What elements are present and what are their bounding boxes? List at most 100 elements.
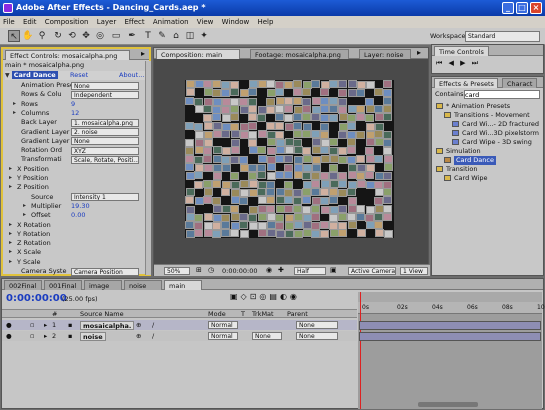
expand-triangle-icon[interactable]: ▸	[23, 211, 26, 218]
tab-effect-controls[interactable]: Effect Controls: mosaicalpha.png	[5, 50, 130, 60]
effect-property-label[interactable]: X Rotation	[17, 221, 51, 230]
effect-property-dropdown[interactable]: XYZ	[71, 146, 139, 155]
camera-view-select[interactable]: Active Camera	[348, 267, 396, 275]
layer-number[interactable]: 2	[52, 331, 56, 342]
expand-triangle-icon[interactable]: ▸	[44, 331, 47, 342]
maximize-button[interactable]: □	[516, 2, 528, 14]
expand-triangle-icon[interactable]: ▸	[44, 320, 47, 331]
menu-window[interactable]: Window	[222, 18, 250, 26]
layer-duration-bar[interactable]	[359, 321, 541, 330]
safe-margins-icon[interactable]: ⊞	[196, 266, 202, 274]
selection-tool-icon[interactable]: ↖	[8, 30, 20, 42]
effect-property-label[interactable]: Rotation Ord	[21, 146, 62, 155]
timeline-graph-area[interactable]: 0s 02s 04s 06s 08s 10s	[358, 292, 545, 409]
orbit-camera-icon[interactable]: ⟲	[66, 30, 78, 42]
expand-triangle-icon[interactable]: ▸	[9, 174, 12, 181]
eraser-tool-icon[interactable]: ◫	[184, 30, 196, 42]
effect-property-value[interactable]: 12	[71, 109, 79, 118]
effect-property-label[interactable]: Source	[31, 193, 53, 202]
effects-tree-item[interactable]: Transitions - Movement	[454, 111, 530, 120]
expand-triangle-icon[interactable]: ▸	[23, 202, 26, 209]
effect-property-label[interactable]: Multiplier	[31, 202, 61, 211]
layer-name[interactable]: mosaicalpha.	[80, 321, 135, 330]
layer-mode-select[interactable]: Normal	[208, 321, 238, 329]
effect-property-label[interactable]: X Scale	[17, 248, 41, 257]
effects-tree-item[interactable]: Card Dance	[454, 156, 496, 165]
effects-tree-item[interactable]: * Animation Presets	[446, 102, 510, 111]
effect-property-label[interactable]: Animation Preset	[21, 81, 76, 90]
view-layout-select[interactable]: 1 View	[400, 267, 428, 275]
layer-number[interactable]: 1	[52, 320, 56, 331]
tab-composition-main[interactable]: Composition: main	[156, 49, 240, 59]
menu-view[interactable]: View	[197, 18, 214, 26]
work-area-bar[interactable]	[358, 292, 542, 302]
panel-menu-icon[interactable]: ▸	[141, 49, 145, 58]
effect-name[interactable]: Card Dance	[11, 71, 58, 79]
timeline-switches-icons[interactable]: ▣◇⊡◎▤◐◉	[230, 292, 300, 301]
effects-tree-item[interactable]: Card Wipe	[454, 174, 488, 183]
close-button[interactable]: ×	[530, 2, 542, 14]
effect-property-dropdown[interactable]: None	[71, 81, 139, 90]
comp-panel-menu-icon[interactable]: ▸	[417, 48, 421, 57]
camera-snapshot-icon[interactable]: ◷	[208, 266, 214, 274]
effect-property-dropdown[interactable]: Intensity 1	[71, 193, 139, 202]
region-of-interest-icon[interactable]: ▣	[330, 266, 337, 274]
layer-name[interactable]: noise	[80, 332, 106, 341]
effect-property-label[interactable]: Gradient Layer 1	[21, 128, 76, 137]
expand-triangle-icon[interactable]: ▸	[9, 248, 12, 255]
playback-controls[interactable]: ⏮ ◀ ▶ ⏭	[436, 59, 480, 68]
effect-property-label[interactable]: Gradient Layer 2	[21, 137, 76, 146]
effect-property-label[interactable]: Back Layer	[21, 118, 57, 127]
time-ruler[interactable]: 0s 02s 04s 06s 08s 10s	[358, 302, 545, 314]
tab-time-controls[interactable]: Time Controls	[434, 46, 489, 56]
menu-composition[interactable]: Composition	[45, 18, 89, 26]
tab-timeline-comp[interactable]: 001Final	[44, 280, 82, 290]
resolution-select[interactable]: Half	[294, 267, 326, 275]
effect-property-value[interactable]: 0.00	[71, 211, 85, 220]
effect-property-label[interactable]: Y Scale	[17, 258, 41, 267]
show-channel-icon[interactable]: ✚	[278, 266, 284, 274]
expand-triangle-icon[interactable]: ▸	[9, 258, 12, 265]
menu-edit[interactable]: Edit	[23, 18, 37, 26]
fx-switch-icon[interactable]: /	[152, 331, 154, 342]
effect-property-dropdown[interactable]: Independent	[71, 90, 139, 99]
tab-footage[interactable]: Footage: mosaicalpha.png	[250, 49, 349, 59]
expand-triangle-icon[interactable]: ▸	[9, 183, 12, 190]
effects-search-input[interactable]	[464, 90, 540, 99]
effects-tree-item[interactable]: Card Wi...- 2D fractured	[462, 120, 539, 129]
snapshot-icon[interactable]: ◉	[266, 266, 272, 274]
puppet-tool-icon[interactable]: ✦	[198, 30, 210, 42]
shy-switch-icon[interactable]: ⊕	[136, 331, 141, 342]
expand-triangle-icon[interactable]: ▸	[13, 100, 16, 107]
effects-tree-item[interactable]: Card Wi...3D pixelstorm	[462, 129, 539, 138]
layer-parent-select[interactable]: None	[296, 321, 338, 329]
tab-timeline-comp[interactable]: main	[164, 280, 202, 290]
effect-property-label[interactable]: Offset	[31, 211, 51, 220]
expand-triangle-icon[interactable]: ▸	[9, 165, 12, 172]
magnification-select[interactable]: 50%	[164, 267, 190, 275]
fx-switch-icon[interactable]: /	[152, 320, 154, 331]
effect-property-label[interactable]: Z Position	[17, 183, 49, 192]
rotate-tool-icon[interactable]: ↻	[52, 30, 64, 42]
effect-controls-scrollbar[interactable]	[145, 61, 151, 275]
tab-layer[interactable]: Layer: noise	[359, 49, 411, 59]
effect-property-dropdown[interactable]: None	[71, 137, 139, 146]
effect-property-label[interactable]: Y Position	[17, 174, 48, 183]
menu-file[interactable]: File	[3, 18, 15, 26]
menu-help[interactable]: Help	[257, 18, 273, 26]
header-source-name[interactable]: Source Name	[80, 310, 124, 319]
zoom-tool-icon[interactable]: ⚲	[36, 30, 48, 42]
effect-property-value[interactable]: 9	[71, 100, 75, 109]
effect-property-value[interactable]: 19.30	[71, 202, 90, 211]
effect-property-dropdown[interactable]: 2. noise	[71, 128, 139, 136]
minimize-button[interactable]: _	[502, 2, 514, 14]
menu-layer[interactable]: Layer	[97, 18, 117, 26]
effects-tree-item[interactable]: Card Wipe - 3D swing	[462, 138, 532, 147]
expand-triangle-icon[interactable]: ▸	[13, 109, 16, 116]
track-xy-camera-icon[interactable]: ✥	[80, 30, 92, 42]
effect-property-label[interactable]: Columns	[21, 109, 49, 118]
hand-tool-icon[interactable]: ✋	[22, 30, 34, 42]
comp-timecode[interactable]: 0:00:00:00	[222, 267, 258, 275]
effect-property-label[interactable]: Y Rotation	[17, 230, 50, 239]
pen-tool-icon[interactable]: ✒	[126, 30, 138, 42]
